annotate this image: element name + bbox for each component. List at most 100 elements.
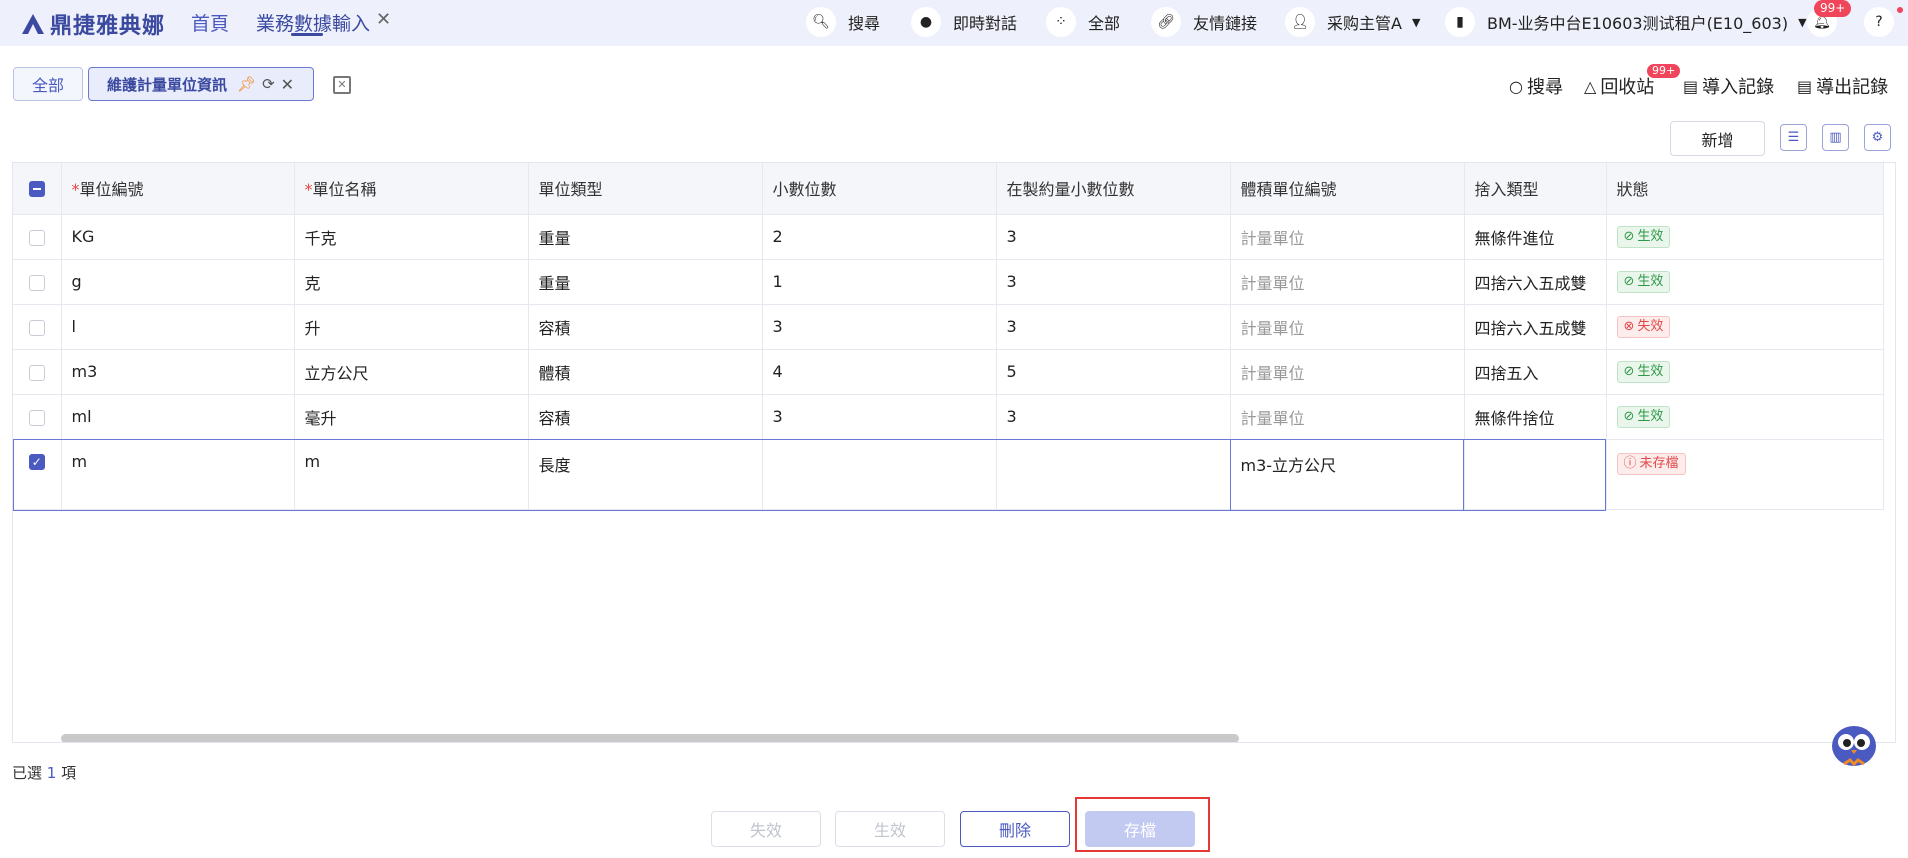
recycle-button[interactable]: △ 回收站 <box>1584 73 1654 99</box>
pin-icon[interactable]: 📌︎ <box>237 75 256 93</box>
close-icon[interactable]: ✕ <box>281 75 294 94</box>
tenant-name: BM-业务中台E10603测试租户(E10_603) <box>1487 14 1789 33</box>
close-icon[interactable]: ✕ <box>376 9 391 30</box>
cell-name[interactable]: 千克 <box>294 214 529 260</box>
cell-type[interactable]: 重量 <box>528 214 763 260</box>
cell-wip-decimals[interactable]: 3 <box>996 394 1231 440</box>
gear-icon[interactable]: ⚙ <box>1864 124 1891 151</box>
cell-rounding[interactable]: 四捨六入五成雙 <box>1464 259 1607 305</box>
cell-decimals[interactable]: 1 <box>762 259 997 305</box>
owl-assistant-icon[interactable] <box>1828 718 1880 770</box>
cell-volume-unit[interactable]: 計量單位 <box>1230 349 1465 395</box>
cell-status: ⊘ 生效 <box>1606 349 1884 395</box>
horizontal-scrollbar[interactable] <box>61 734 1239 742</box>
col-unit-name[interactable]: *單位名稱 <box>294 163 529 215</box>
cell-name[interactable]: 立方公尺 <box>294 349 529 395</box>
column-settings-icon[interactable]: ▥ <box>1822 124 1849 151</box>
cell-rounding[interactable]: 四捨六入五成雙 <box>1464 304 1607 350</box>
select-all-checkbox[interactable] <box>28 181 45 198</box>
row-checkbox[interactable]: ✓ <box>28 454 45 470</box>
search-tool[interactable]: 🔍︎ 搜尋 <box>806 6 880 38</box>
cell-code[interactable]: KG <box>61 214 295 260</box>
cell-name[interactable]: 克 <box>294 259 529 305</box>
cell-type-select[interactable]: 長度 <box>528 439 763 510</box>
cell-decimals[interactable]: 4 <box>762 349 997 395</box>
cell-name[interactable]: 升 <box>294 304 529 350</box>
cell-type[interactable]: 重量 <box>528 259 763 305</box>
cell-decimals[interactable]: 3 <box>762 394 997 440</box>
row-checkbox[interactable] <box>28 364 45 381</box>
col-unit-code[interactable]: *單位編號 <box>61 163 295 215</box>
cell-wip-decimals[interactable]: 3 <box>996 214 1231 260</box>
nav-business-data-input[interactable]: 業務數據輸入 <box>256 9 370 36</box>
cell-rounding-select[interactable] <box>1464 439 1607 510</box>
cell-code[interactable]: l <box>61 304 295 350</box>
chat-tool-label: 即時對話 <box>953 14 1018 33</box>
cell-rounding[interactable]: 無條件進位 <box>1464 214 1607 260</box>
cell-wip-decimals[interactable]: 5 <box>996 349 1231 395</box>
cell-decimals[interactable]: 3 <box>762 304 997 350</box>
cell-rounding[interactable]: 無條件捨位 <box>1464 394 1607 440</box>
row-checkbox[interactable] <box>28 409 45 426</box>
table-header: *單位編號 *單位名稱 單位類型 小數位數 在製約量小數位數 體積單位編號 捨入… <box>13 163 1884 215</box>
row-height-icon[interactable]: ☰ <box>1780 124 1807 151</box>
cell-name-input[interactable]: m <box>294 439 529 510</box>
cell-decimals-input[interactable] <box>762 439 997 510</box>
refresh-icon[interactable]: ⟳ <box>262 75 275 93</box>
cell-code[interactable]: m3 <box>61 349 295 395</box>
import-log-button[interactable]: ▤ 導入記錄 <box>1683 73 1774 99</box>
row-checkbox[interactable] <box>28 319 45 336</box>
table-row-new[interactable]: ✓ m m 長度 m3-立方公尺 ⓘ 未存檔 <box>13 439 1884 510</box>
table-row[interactable]: KG 千克 重量 2 3 計量單位 無條件進位 ⊘ 生效 <box>13 214 1884 260</box>
tab-maintain-units[interactable]: 維護計量單位資訊 📌︎ ⟳ ✕ <box>88 67 314 101</box>
cell-type[interactable]: 容積 <box>528 304 763 350</box>
user-menu[interactable]: 👤︎ 采购主管A ▼ <box>1285 6 1420 38</box>
cell-volume-unit[interactable]: 計量單位 <box>1230 304 1465 350</box>
add-button[interactable]: 新增 <box>1670 121 1765 156</box>
cell-wip-decimals[interactable]: 3 <box>996 304 1231 350</box>
cell-type[interactable]: 體積 <box>528 349 763 395</box>
row-checkbox[interactable] <box>28 274 45 291</box>
delete-button[interactable]: 刪除 <box>960 811 1070 847</box>
status-badge: ⊘ 生效 <box>1616 226 1671 248</box>
table-row[interactable]: l 升 容積 3 3 計量單位 四捨六入五成雙 ⊗ 失效 <box>13 304 1884 350</box>
cell-wip-decimals-input[interactable] <box>996 439 1231 510</box>
col-status[interactable]: 狀態 <box>1606 163 1884 215</box>
cell-volume-unit-select[interactable]: m3-立方公尺 <box>1230 439 1465 510</box>
col-wip-decimals[interactable]: 在製約量小數位數 <box>996 163 1231 215</box>
cell-code-input[interactable]: m <box>61 439 295 510</box>
clear-tabs-icon[interactable]: ✕ <box>333 76 351 94</box>
table-row[interactable]: ml 毫升 容積 3 3 計量單位 無條件捨位 ⊘ 生效 <box>13 394 1884 440</box>
col-decimals[interactable]: 小數位數 <box>762 163 997 215</box>
tenant-menu[interactable]: ▮ BM-业务中台E10603测试租户(E10_603) ▼ <box>1445 6 1807 38</box>
help-button[interactable]: ? <box>1864 6 1894 38</box>
col-volume-unit[interactable]: 體積單位編號 <box>1230 163 1465 215</box>
row-checkbox[interactable] <box>28 229 45 246</box>
invalidate-button[interactable]: 失效 <box>711 811 821 847</box>
link-tool[interactable]: 🔗︎ 友情鏈接 <box>1151 6 1257 38</box>
col-unit-type[interactable]: 單位類型 <box>528 163 763 215</box>
chevron-down-icon: ▼ <box>1798 15 1807 29</box>
cell-type[interactable]: 容積 <box>528 394 763 440</box>
tab-all[interactable]: 全部 <box>13 67 83 101</box>
apps-tool[interactable]: ⁘ 全部 <box>1046 6 1120 38</box>
nav-home[interactable]: 首頁 <box>191 9 229 36</box>
page-search-button[interactable]: ○ 搜尋 <box>1509 73 1563 99</box>
cell-wip-decimals[interactable]: 3 <box>996 259 1231 305</box>
cell-volume-unit[interactable]: 計量單位 <box>1230 259 1465 305</box>
cell-status: ⊘ 生效 <box>1606 259 1884 305</box>
cell-code[interactable]: g <box>61 259 295 305</box>
cell-volume-unit[interactable]: 計量單位 <box>1230 214 1465 260</box>
col-rounding[interactable]: 捨入類型 <box>1464 163 1607 215</box>
cell-code[interactable]: ml <box>61 394 295 440</box>
cell-decimals[interactable]: 2 <box>762 214 997 260</box>
export-log-button[interactable]: ▤ 導出記錄 <box>1797 73 1888 99</box>
validate-button[interactable]: 生效 <box>835 811 945 847</box>
table-row[interactable]: g 克 重量 1 3 計量單位 四捨六入五成雙 ⊘ 生效 <box>13 259 1884 305</box>
brand-logo[interactable]: 鼎捷雅典娜 <box>20 8 165 40</box>
cell-name[interactable]: 毫升 <box>294 394 529 440</box>
table-row[interactable]: m3 立方公尺 體積 4 5 計量單位 四捨五入 ⊘ 生效 <box>13 349 1884 395</box>
chat-tool[interactable]: ● 即時對話 <box>911 6 1017 38</box>
cell-rounding[interactable]: 四捨五入 <box>1464 349 1607 395</box>
cell-volume-unit[interactable]: 計量單位 <box>1230 394 1465 440</box>
